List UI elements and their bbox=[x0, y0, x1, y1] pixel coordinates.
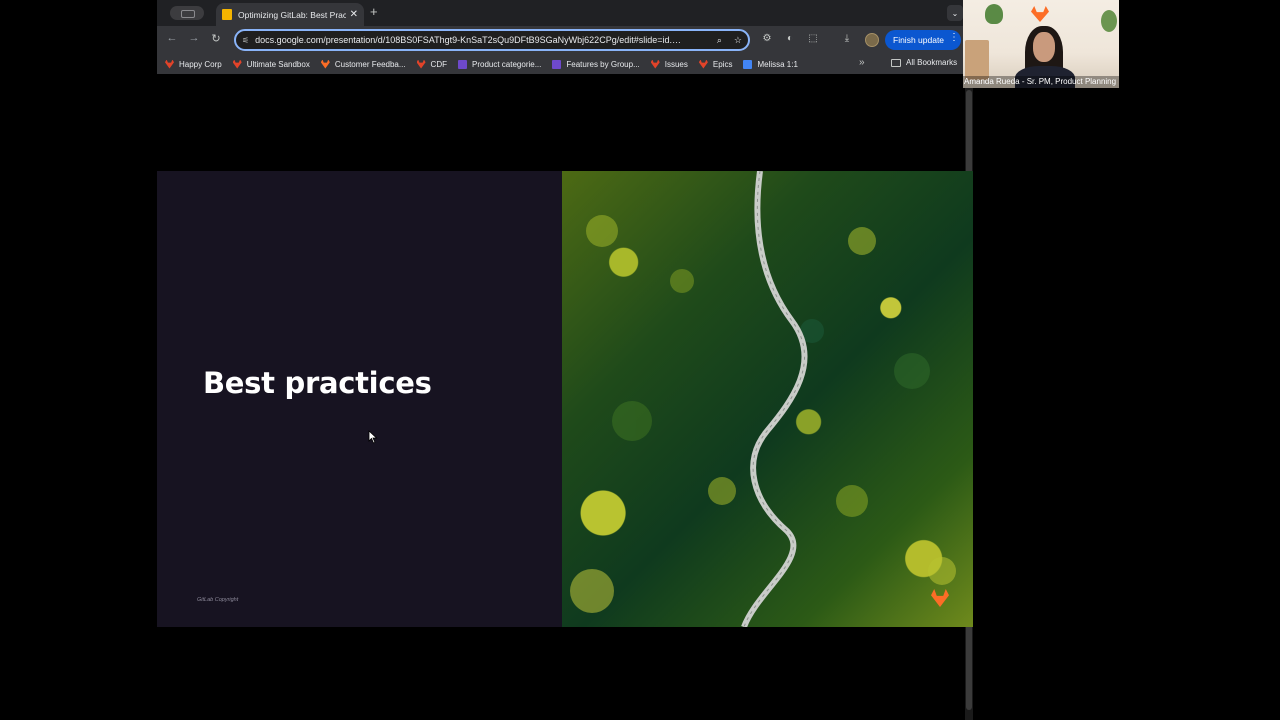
bookmark-item[interactable]: Issues bbox=[650, 59, 688, 69]
slide-title: Best practices bbox=[203, 366, 432, 400]
extensions-puzzle-icon[interactable]: ⬚ bbox=[806, 33, 820, 44]
menu-icon[interactable]: ⋮ bbox=[949, 32, 959, 43]
folder-icon bbox=[891, 58, 901, 67]
webcam-background-shelf bbox=[965, 40, 989, 80]
site-settings-icon[interactable]: ⚟ bbox=[242, 36, 249, 45]
screen: Optimizing GitLab: Best Practices ✕ + ⌄ … bbox=[0, 0, 1280, 720]
bookmark-item[interactable]: Customer Feedba... bbox=[320, 59, 406, 69]
bookmark-star-icon[interactable]: ☆ bbox=[734, 35, 742, 46]
bookmarks-overflow-icon[interactable]: » bbox=[859, 57, 865, 68]
extension-gear-icon[interactable]: ⚙ bbox=[760, 33, 774, 44]
forward-button[interactable]: → bbox=[187, 32, 201, 44]
mouse-cursor-icon bbox=[368, 430, 378, 444]
bookmark-item[interactable]: Product categorie... bbox=[458, 59, 541, 69]
webcam-gitlab-logo-icon bbox=[1031, 6, 1049, 22]
gitlab-fox-icon bbox=[320, 59, 330, 69]
slide[interactable]: Best practices GitLab Copyright bbox=[157, 171, 973, 627]
slide-footer: GitLab Copyright bbox=[197, 597, 239, 603]
gitlab-fox-icon bbox=[165, 59, 174, 69]
webcam-plant bbox=[985, 4, 1003, 24]
tab-group-icon[interactable] bbox=[170, 6, 204, 20]
address-bar[interactable]: ⚟ docs.google.com/presentation/d/108BS0F… bbox=[234, 29, 750, 51]
extension-circle-icon[interactable]: ◐ bbox=[783, 33, 797, 44]
tab-active[interactable]: Optimizing GitLab: Best Practices ✕ bbox=[216, 3, 364, 26]
url-text: docs.google.com/presentation/d/108BS0FSA… bbox=[255, 35, 681, 45]
tab-search-button[interactable]: ⌄ bbox=[947, 5, 963, 21]
webcam-plant bbox=[1101, 10, 1117, 32]
docs-icon bbox=[743, 59, 753, 69]
bookmark-item[interactable]: Epics bbox=[698, 59, 732, 69]
reload-button[interactable]: ↻ bbox=[209, 32, 223, 45]
bookmark-item[interactable]: Ultimate Sandbox bbox=[232, 59, 310, 69]
bookmark-item[interactable]: Features by Group... bbox=[552, 59, 640, 69]
gitlab-fox-icon bbox=[232, 59, 242, 69]
bookmark-item[interactable]: Melissa 1:1 bbox=[743, 59, 798, 69]
purple-square-icon bbox=[552, 59, 562, 69]
gitlab-fox-icon bbox=[698, 59, 708, 69]
forest-road-image bbox=[562, 171, 973, 627]
download-icon[interactable]: ⤓ bbox=[840, 33, 854, 44]
bookmarks-bar: Happy Corp Ultimate Sandbox Customer Fee… bbox=[157, 54, 973, 74]
browser-window: Optimizing GitLab: Best Practices ✕ + ⌄ … bbox=[157, 0, 973, 720]
slide-text-panel: Best practices GitLab Copyright bbox=[157, 171, 562, 627]
tab-strip: Optimizing GitLab: Best Practices ✕ + ⌄ bbox=[157, 0, 973, 26]
new-tab-button[interactable]: + bbox=[370, 4, 378, 19]
close-tab-icon[interactable]: ✕ bbox=[350, 9, 358, 20]
toolbar: ← → ↻ ⚟ docs.google.com/presentation/d/1… bbox=[157, 26, 973, 54]
presenter-face bbox=[1033, 32, 1055, 62]
road-graphic bbox=[570, 171, 956, 627]
zoom-icon[interactable]: ⌕ bbox=[717, 35, 722, 46]
gitlab-fox-icon bbox=[650, 59, 660, 69]
webcam-overlay: Amanda Rueda - Sr. PM, Product Planning bbox=[963, 0, 1119, 88]
gitlab-fox-icon bbox=[416, 59, 426, 69]
all-bookmarks-button[interactable]: All Bookmarks bbox=[891, 58, 957, 67]
profile-avatar[interactable] bbox=[865, 33, 879, 47]
back-button[interactable]: ← bbox=[165, 32, 179, 44]
purple-square-icon bbox=[458, 59, 467, 69]
bookmark-item[interactable]: CDF bbox=[416, 59, 447, 69]
slides-icon bbox=[222, 9, 232, 20]
bookmark-item[interactable]: Happy Corp bbox=[165, 59, 222, 69]
tab-title: Optimizing GitLab: Best Practices bbox=[238, 9, 346, 20]
presenter-name-label: Amanda Rueda - Sr. PM, Product Planning bbox=[963, 76, 1119, 88]
